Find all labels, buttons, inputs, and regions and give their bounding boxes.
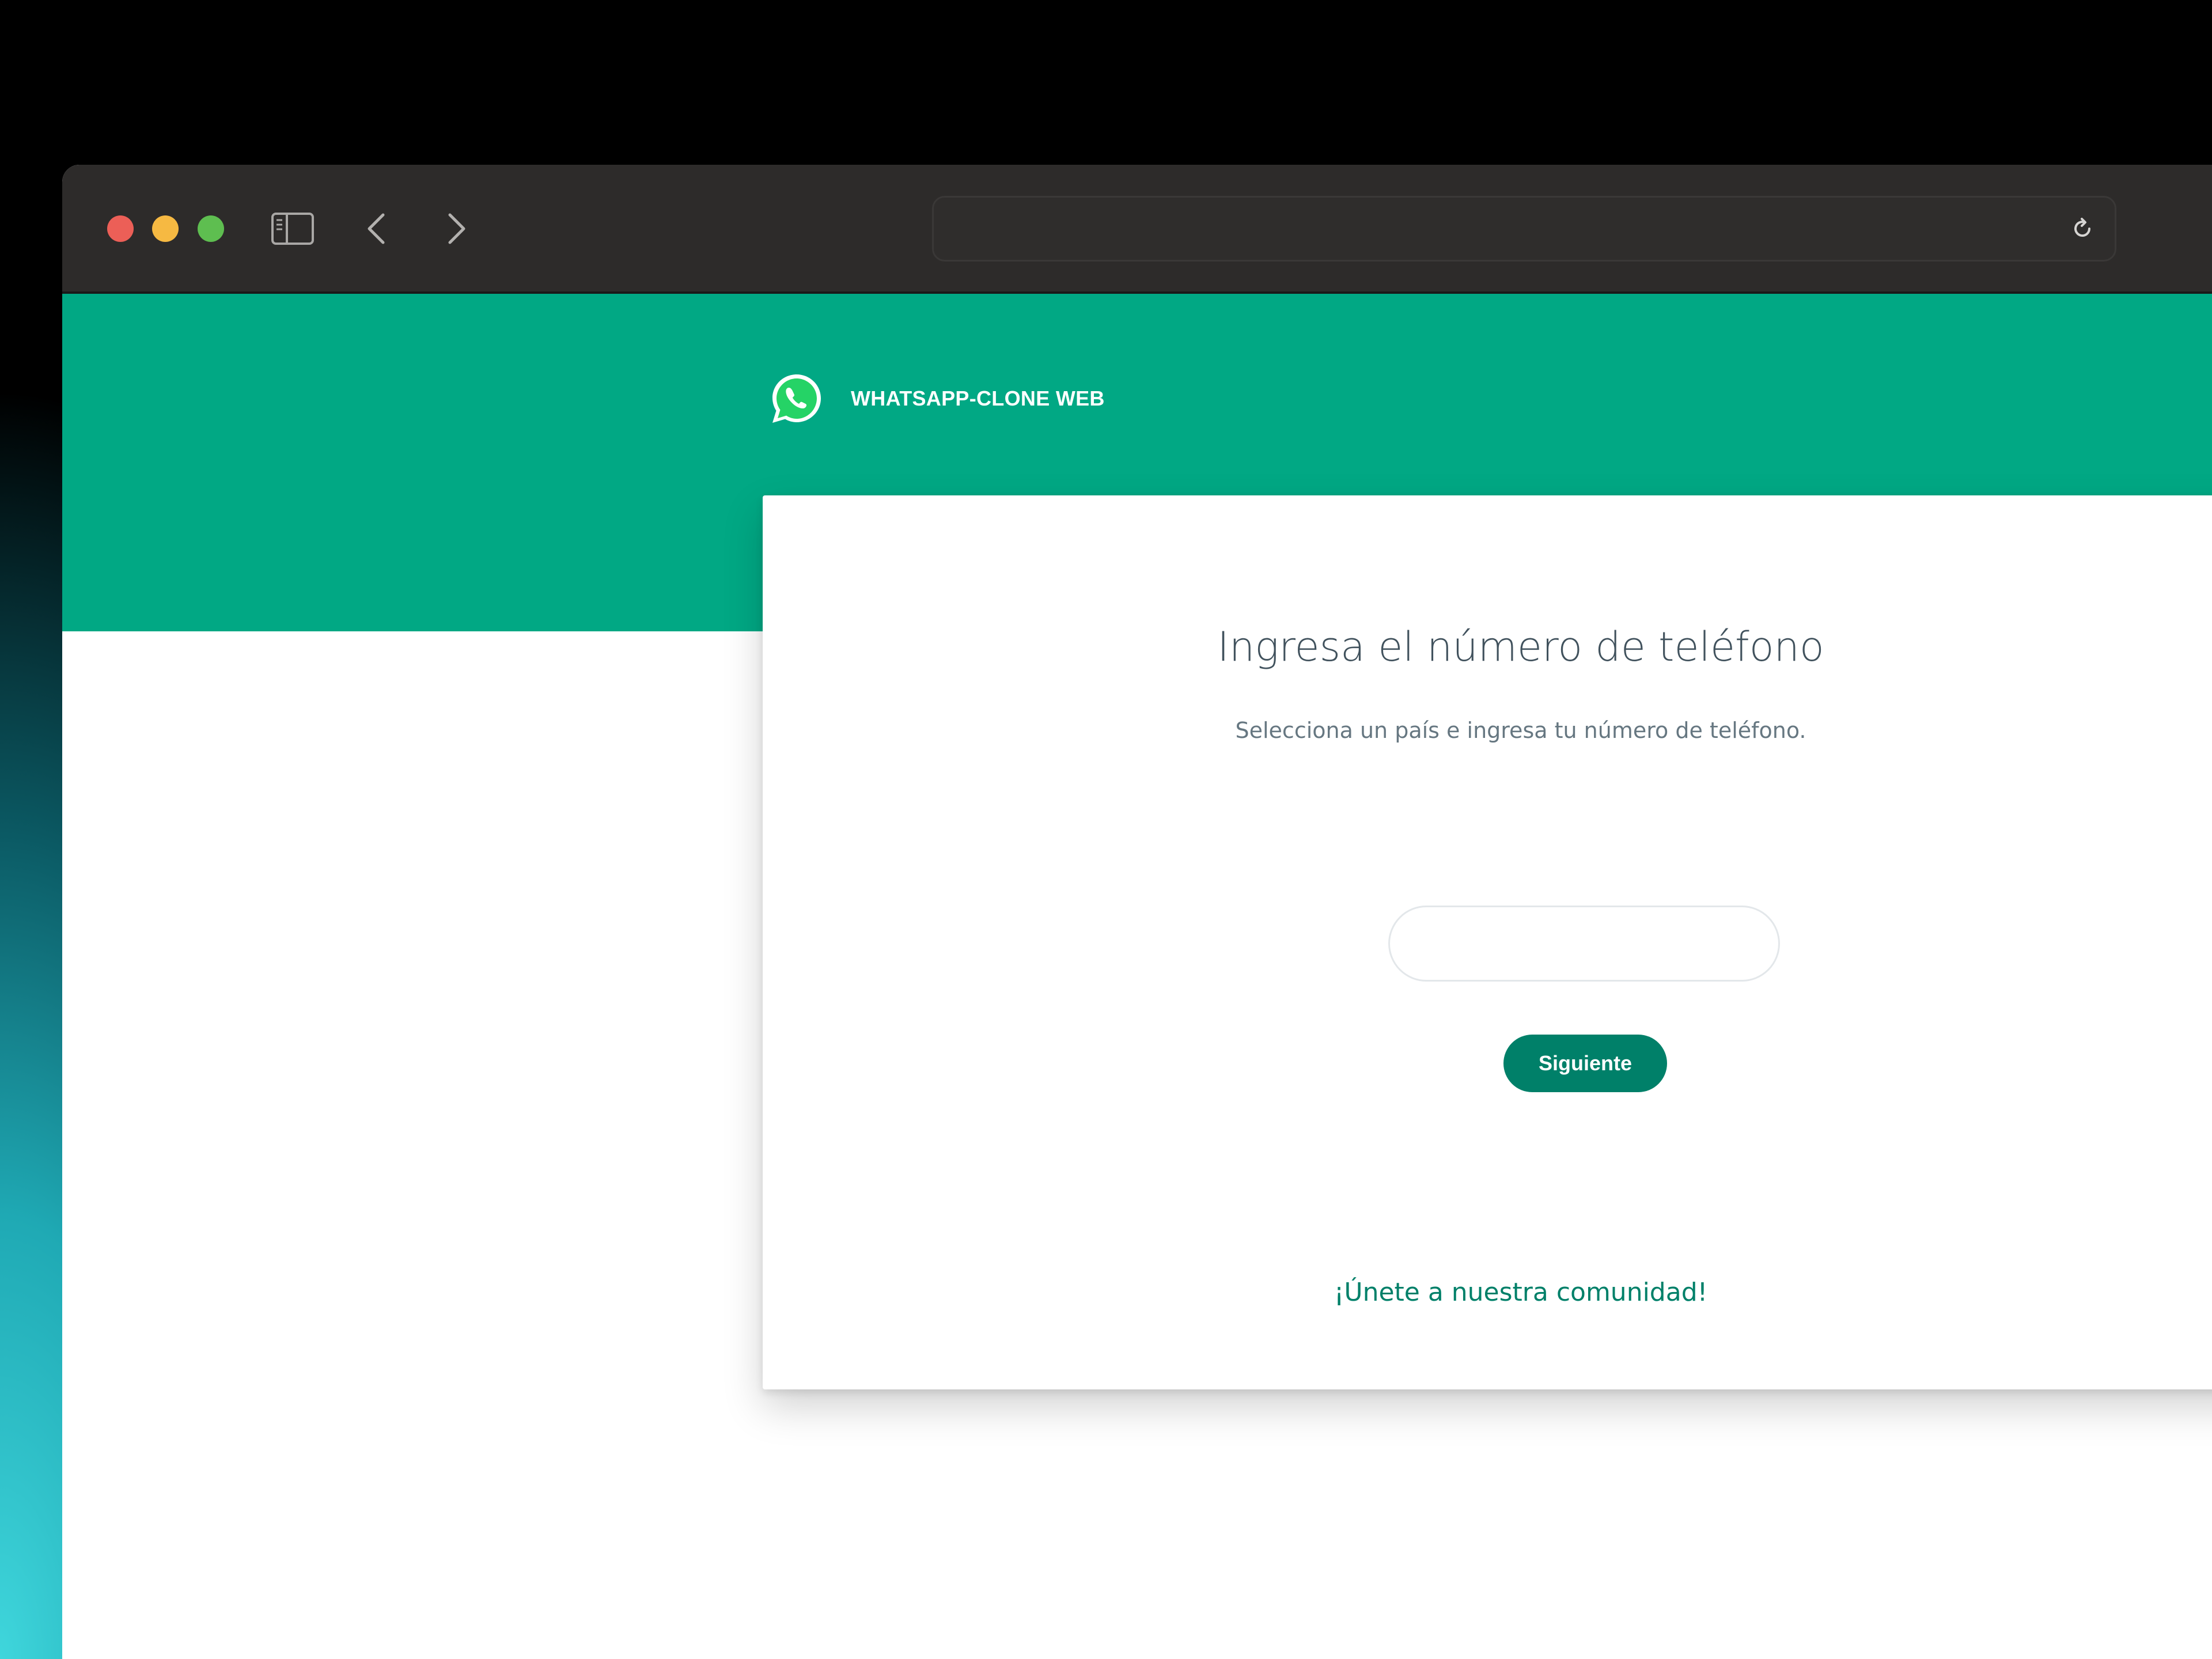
forward-button[interactable] xyxy=(434,206,480,251)
community-link[interactable]: ¡Únete a nuestra comunidad! xyxy=(763,1278,2212,1307)
brand-header: WHATSAPP-CLONE WEB xyxy=(768,370,1105,427)
reload-icon xyxy=(2074,218,2090,237)
page-title: Ingresa el número de teléfono xyxy=(1217,623,1824,671)
close-window-button[interactable] xyxy=(107,215,134,242)
phone-number-input[interactable] xyxy=(1388,906,1780,982)
sidebar-toggle-button[interactable] xyxy=(270,206,316,251)
login-card: Ingresa el número de teléfono Selecciona… xyxy=(763,495,2212,1389)
sidebar-icon xyxy=(271,213,314,245)
address-bar[interactable] xyxy=(932,196,2116,262)
minimize-window-button[interactable] xyxy=(152,215,179,242)
page-subtitle: Selecciona un país e ingresa tu número d… xyxy=(1235,718,1806,743)
browser-window: WHATSAPP-CLONE WEB Ingresa el número de … xyxy=(62,165,2212,1659)
whatsapp-logo-icon xyxy=(772,374,821,423)
zoom-window-button[interactable] xyxy=(198,215,224,242)
back-button[interactable] xyxy=(353,206,399,251)
reload-button[interactable] xyxy=(2066,213,2099,245)
browser-toolbar xyxy=(62,165,2212,294)
next-button[interactable]: Siguiente xyxy=(1503,1035,1667,1092)
brand-title: WHATSAPP-CLONE WEB xyxy=(851,387,1105,410)
chevron-right-icon xyxy=(448,213,465,244)
chevron-left-icon xyxy=(368,213,385,244)
